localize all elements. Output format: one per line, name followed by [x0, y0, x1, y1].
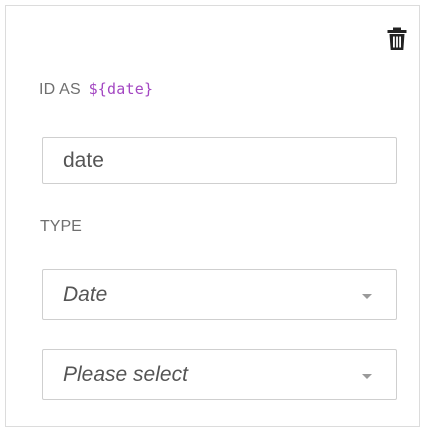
chevron-down-icon: [362, 293, 372, 299]
format-select-value: Please select: [63, 362, 188, 386]
id-label: ID AS: [39, 81, 81, 98]
chevron-down-icon: [362, 373, 372, 379]
id-variable-token: ${date}: [88, 80, 154, 98]
id-label-row: ID AS ${date}: [39, 80, 153, 99]
type-label: TYPE: [40, 218, 82, 235]
trash-icon[interactable]: [387, 27, 407, 51]
variable-card: ID AS ${date} TYPE Date Please select: [5, 5, 420, 427]
id-input[interactable]: [42, 137, 397, 184]
type-select-value: Date: [63, 282, 108, 306]
format-select[interactable]: Please select: [42, 349, 397, 400]
type-select[interactable]: Date: [42, 269, 397, 320]
